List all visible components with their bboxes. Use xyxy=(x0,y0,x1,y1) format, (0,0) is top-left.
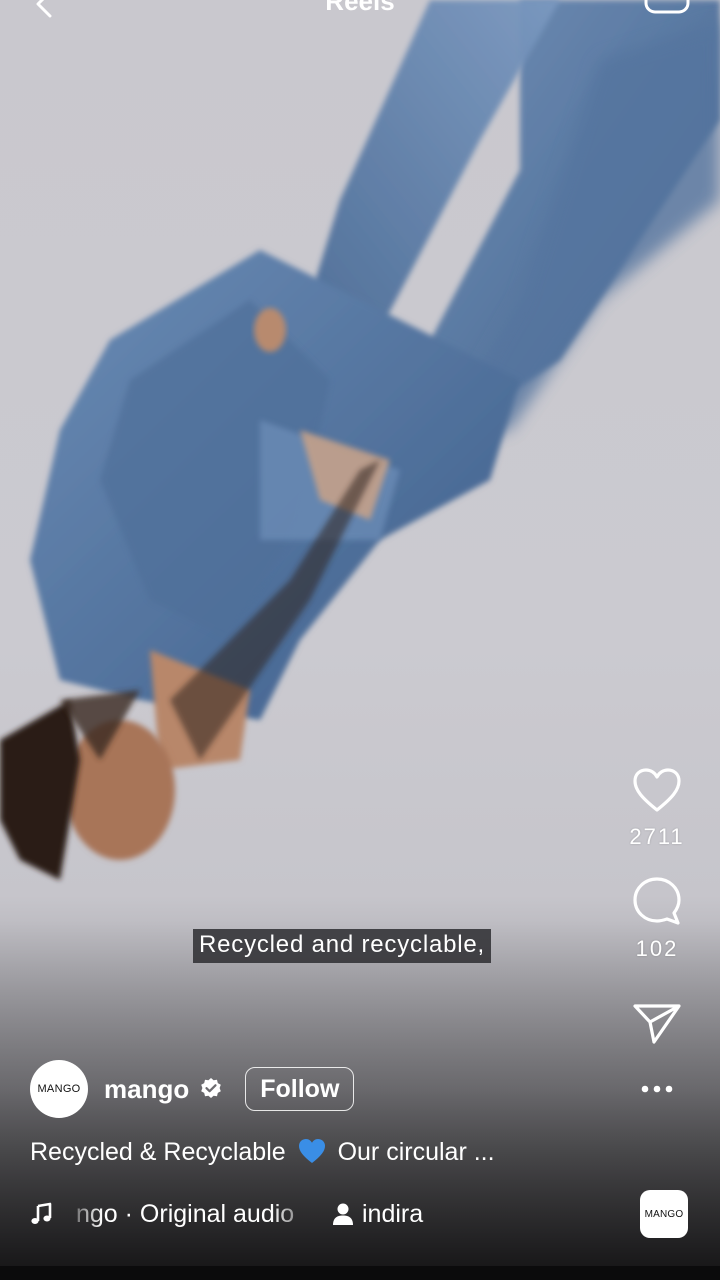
camera-icon[interactable] xyxy=(644,0,690,14)
tagged-user[interactable]: indira xyxy=(362,1200,423,1229)
share-action xyxy=(616,1002,698,1046)
caption-text-start: Recycled & Recyclable xyxy=(30,1138,286,1166)
comment-count: 102 xyxy=(635,936,679,961)
avatar-text: MANGO xyxy=(37,1083,81,1095)
audio-thumbnail[interactable]: MANGO xyxy=(640,1190,688,1238)
bottom-strip xyxy=(0,1266,720,1280)
username[interactable]: mango xyxy=(104,1074,189,1105)
comment-bubble-icon[interactable] xyxy=(631,876,683,926)
video-subtitle: Recycled and recyclable, xyxy=(193,929,492,963)
person-tag-icon xyxy=(333,1203,353,1225)
like-action: 2711 xyxy=(616,768,698,850)
more-dots-icon[interactable] xyxy=(640,1084,674,1094)
audio-thumb-text: MANGO xyxy=(644,1208,684,1220)
verified-badge-icon xyxy=(201,1078,222,1098)
paper-plane-icon[interactable] xyxy=(632,1002,682,1046)
caption-text-end: Our circular ... xyxy=(337,1138,495,1166)
avatar[interactable]: MANGO xyxy=(30,1060,88,1118)
post-caption[interactable]: Recycled & Recyclable Our circular ... xyxy=(30,1137,550,1167)
action-column: 2711 102 xyxy=(616,768,698,1104)
comment-action: 102 xyxy=(616,876,698,962)
follow-button[interactable]: Follow xyxy=(245,1067,355,1111)
audio-label[interactable]: ngo · Original audio xyxy=(76,1200,298,1229)
audio-row: ngo · Original audio indira xyxy=(30,1197,423,1231)
music-note-icon xyxy=(31,1202,52,1224)
heart-outline-icon[interactable] xyxy=(632,768,682,814)
top-bar: Reels xyxy=(0,0,720,24)
page-title: Reels xyxy=(325,0,395,16)
reels-screen: Reels 2711 102 Recycled and recyclable, … xyxy=(0,0,720,1280)
more-options-action xyxy=(616,1084,698,1104)
author-row: MANGO mango Follow xyxy=(30,1060,355,1118)
blue-heart-emoji-icon xyxy=(298,1139,325,1163)
like-count: 2711 xyxy=(629,824,685,849)
